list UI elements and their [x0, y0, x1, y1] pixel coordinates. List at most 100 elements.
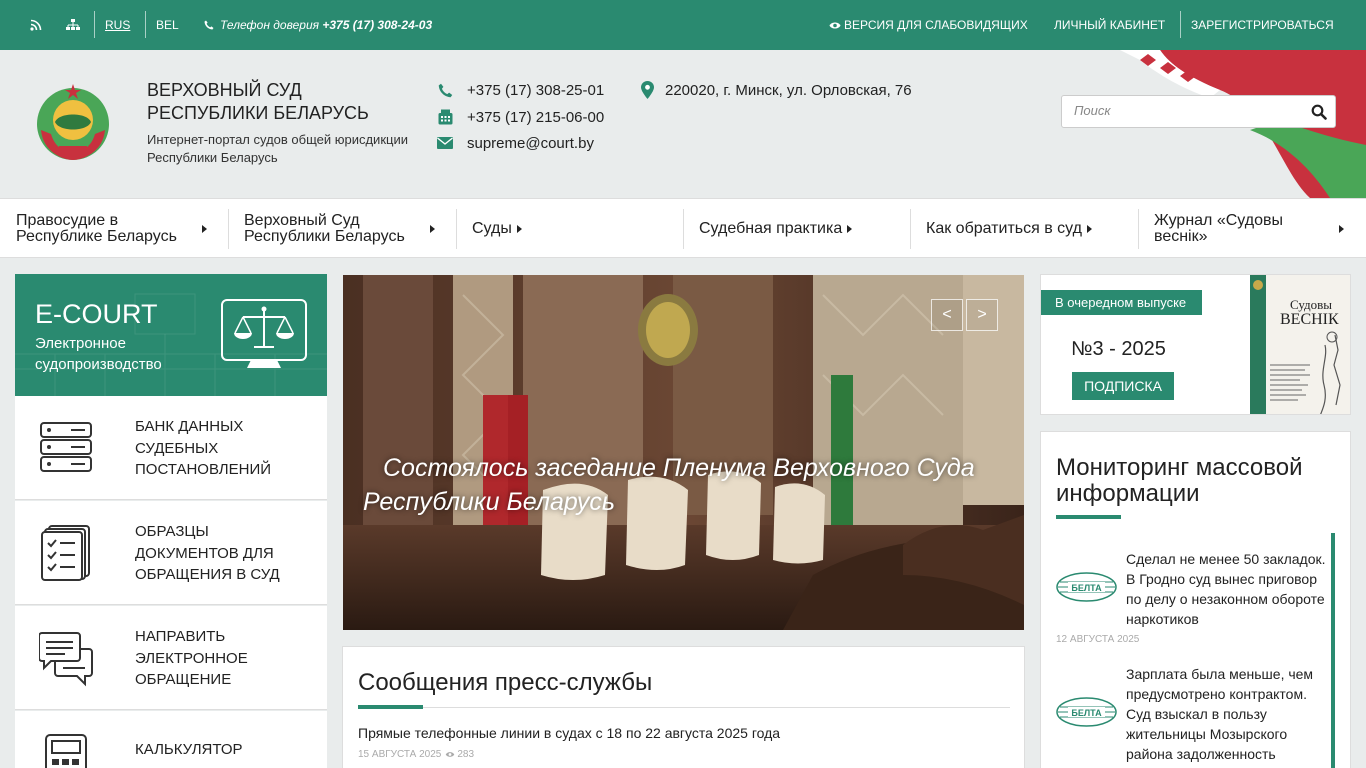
nav-item-justice[interactable]: Правосудие в Республике Беларусь — [16, 209, 212, 249]
ecourt-subtitle-line1: Электронное — [35, 335, 126, 352]
fax-icon — [436, 108, 454, 126]
contact-email: supreme@court.by — [436, 134, 594, 152]
contact-phone-1: +375 (17) 308-25-01 — [436, 81, 604, 99]
nav-item-label: Судебная практика — [699, 220, 843, 237]
top-bar: RUS BEL Телефон доверия +375 (17) 308-24… — [0, 0, 1366, 50]
press-releases-panel: Сообщения пресс-службы Прямые телефонные… — [342, 646, 1025, 768]
register-link[interactable]: ЗАРЕГИСТРИРОВАТЬСЯ — [1191, 0, 1334, 50]
service-label-line1: НАПРАВИТЬ — [135, 628, 226, 645]
nav-divider — [1138, 209, 1139, 249]
site-subtitle-line1: Интернет-портал судов общей юрисдикции — [147, 132, 408, 147]
slide-caption[interactable]: Состоялось заседание Пленума Верховного … — [363, 451, 1013, 519]
media-monitoring-panel: Мониторинг массовой информации БЕЛТА Сде… — [1040, 431, 1351, 768]
service-label-line3: ОБРАЩЕНИЕ — [135, 671, 232, 688]
lang-ru-link[interactable]: RUS — [105, 0, 130, 50]
search-icon[interactable] — [1311, 104, 1327, 120]
contact-address: 220020, г. Минск, ул. Орловская, 76 — [638, 81, 912, 99]
caret-right-icon — [202, 225, 207, 233]
monitoring-item-text: Сделал не менее 50 закладок. В Гродно су… — [1126, 551, 1326, 627]
lang-bel-link[interactable]: BEL — [156, 0, 179, 50]
contact-phone-1-text[interactable]: +375 (17) 308-25-01 — [467, 82, 604, 99]
journal-cover-title-line2: ВЕСНІК — [1280, 311, 1339, 328]
title-underline — [358, 705, 423, 709]
nav-item-supreme-court[interactable]: Верховный Суд Республики Беларусь — [244, 209, 440, 249]
main-nav: Правосудие в Республике Беларусь Верховны… — [0, 198, 1366, 258]
caret-right-icon — [517, 225, 522, 233]
service-label-line1: ОБРАЗЦЫ — [135, 523, 209, 540]
subscribe-button[interactable]: ПОДПИСКА — [1072, 372, 1174, 400]
scales-of-justice-icon — [221, 299, 307, 368]
hotline-number[interactable]: +375 (17) 308-24-03 — [322, 18, 432, 32]
sitemap-icon[interactable] — [66, 0, 80, 50]
monitoring-item-date: 12 АВГУСТА 2025 — [1056, 634, 1140, 645]
service-court-database[interactable]: БАНК ДАННЫХ СУДЕБНЫХ ПОСТАНОВЛЕНИЙ — [15, 396, 327, 500]
press-item-meta: 15 АВГУСТА 2025 283 — [358, 749, 474, 760]
eye-icon — [829, 22, 841, 28]
monitoring-item-text: Зарплата была меньше, чем предусмотрено … — [1126, 666, 1314, 762]
ecourt-banner[interactable]: E-COURT Электронное судопроизводство — [15, 274, 327, 396]
nav-divider — [228, 209, 229, 249]
rss-icon[interactable] — [30, 0, 42, 50]
title-underline — [1056, 515, 1121, 519]
site-subtitle: Интернет-портал судов общей юрисдикции Р… — [147, 131, 408, 167]
ecourt-subtitle: Электронное судопроизводство — [35, 333, 162, 375]
caret-right-icon — [1339, 225, 1344, 233]
phone-icon — [436, 81, 454, 99]
personal-cabinet-link[interactable]: ЛИЧНЫЙ КАБИНЕТ — [1054, 0, 1165, 50]
divider — [145, 11, 146, 38]
site-subtitle-line2: Республики Беларусь — [147, 150, 278, 165]
service-label-line3: ПОСТАНОВЛЕНИЙ — [135, 461, 272, 478]
map-marker-icon — [638, 81, 656, 99]
low-vision-link[interactable]: ВЕРСИЯ ДЛЯ СЛАБОВИДЯЩИХ — [829, 0, 1028, 50]
journal-cover-image — [1250, 275, 1350, 414]
service-document-templates[interactable]: ОБРАЗЦЫ ДОКУМЕНТОВ ДЛЯ ОБРАЩЕНИЯ В СУД — [15, 501, 327, 605]
monitoring-item[interactable]: БЕЛТА Зарплата была меньше, чем предусмо… — [1056, 664, 1331, 768]
service-electronic-appeal[interactable]: НАПРАВИТЬ ЭЛЕКТРОННОЕ ОБРАЩЕНИЕ — [15, 606, 327, 710]
nav-item-label: Суды — [472, 220, 512, 237]
service-label-line1: БАНК ДАННЫХ — [135, 418, 244, 435]
nav-item-courts[interactable]: Суды — [472, 209, 668, 249]
contact-phone-2-text[interactable]: +375 (17) 215-06-00 — [467, 109, 604, 126]
slider-next-button[interactable]: > — [966, 299, 998, 331]
server-icon — [40, 422, 92, 472]
press-item-date: 15 АВГУСТА 2025 — [358, 749, 442, 760]
slide-caption-line1: Состоялось заседание Пленума Верховного … — [383, 454, 975, 482]
journal-panel: В очередном выпуске №3 - 2025 ПОДПИСКА С… — [1040, 274, 1351, 415]
service-label: КАЛЬКУЛЯТОР — [135, 739, 243, 761]
scrollbar[interactable] — [1331, 533, 1335, 768]
journal-tag: В очередном выпуске — [1041, 290, 1202, 315]
chat-bubbles-icon — [39, 632, 93, 687]
documents-checklist-icon — [41, 525, 90, 581]
caret-right-icon — [1087, 225, 1092, 233]
press-item-views: 283 — [457, 749, 475, 760]
journal-cover[interactable]: Судовы ВЕСНІК — [1250, 275, 1350, 414]
belta-logo-text: БЕЛТА — [1071, 583, 1102, 593]
monitoring-item[interactable]: БЕЛТА Сделал не менее 50 закладок. В Гро… — [1056, 549, 1331, 649]
service-label: ОБРАЗЦЫ ДОКУМЕНТОВ ДЛЯ ОБРАЩЕНИЯ В СУД — [135, 521, 280, 586]
nav-item-label-line1: Правосудие в — [16, 212, 119, 229]
phone-icon — [204, 20, 214, 30]
nav-item-label-line1: Журнал «Судовы — [1154, 212, 1283, 229]
nav-item-how-to-apply[interactable]: Как обратиться в суд — [926, 209, 1122, 249]
contact-email-text[interactable]: supreme@court.by — [467, 135, 594, 152]
slider-prev-button[interactable]: < — [931, 299, 963, 331]
nav-item-label-line2: веснік» — [1154, 228, 1208, 245]
nav-item-label: Как обратиться в суд — [926, 220, 1082, 237]
service-calculator[interactable]: КАЛЬКУЛЯТОР — [15, 711, 327, 768]
envelope-icon — [436, 134, 454, 152]
press-item-title[interactable]: Прямые телефонные линии в судах с 18 по … — [358, 725, 780, 741]
press-title[interactable]: Сообщения пресс-службы — [358, 669, 652, 697]
news-slider[interactable]: < > Состоялось заседание Пленума Верховн… — [343, 275, 1024, 630]
contact-phone-2: +375 (17) 215-06-00 — [436, 108, 604, 126]
hotline-label: Телефон доверия — [220, 18, 320, 32]
search-input[interactable] — [1074, 103, 1304, 118]
belta-logo: БЕЛТА — [1056, 572, 1117, 602]
monitoring-title[interactable]: Мониторинг массовой информации — [1056, 455, 1341, 507]
nav-item-judicial-practice[interactable]: Судебная практика — [699, 209, 895, 249]
journal-issue[interactable]: №3 - 2025 — [1071, 338, 1166, 361]
hotline: Телефон доверия +375 (17) 308-24-03 — [204, 0, 432, 50]
divider — [358, 707, 1010, 708]
nav-item-journal[interactable]: Журнал «Судовы веснік» — [1154, 209, 1350, 249]
site-title[interactable]: ВЕРХОВНЫЙ СУД РЕСПУБЛИКИ БЕЛАРУСЬ — [147, 79, 369, 125]
caret-right-icon — [847, 225, 852, 233]
